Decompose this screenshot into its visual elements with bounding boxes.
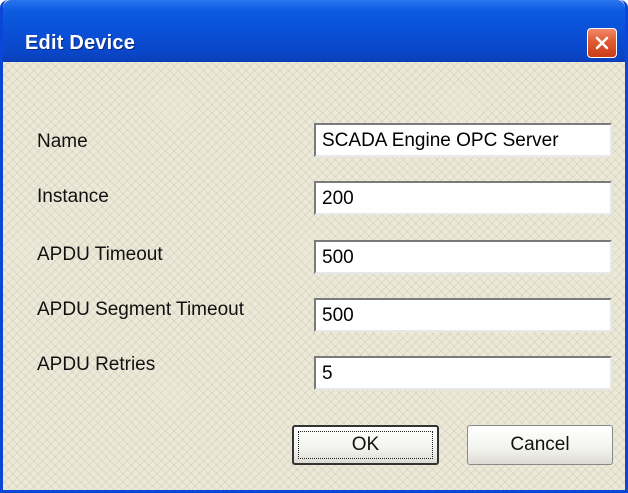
dialog-title: Edit Device — [25, 32, 136, 54]
instance-field[interactable]: 200 — [314, 181, 612, 215]
apdu-retries-label: APDU Retries — [37, 354, 156, 375]
ok-button[interactable]: OK — [292, 425, 439, 465]
title-bar[interactable]: Edit Device — [3, 0, 625, 62]
name-label: Name — [37, 131, 88, 152]
cancel-button[interactable]: Cancel — [467, 425, 613, 465]
focus-ring — [298, 431, 433, 459]
close-icon — [594, 35, 610, 51]
apdu-timeout-label: APDU Timeout — [37, 244, 163, 265]
apdu-timeout-field[interactable]: 500 — [314, 240, 612, 274]
apdu-retries-field[interactable]: 5 — [314, 356, 612, 390]
cancel-button-label: Cancel — [510, 434, 570, 455]
apdu-segment-timeout-field[interactable]: 500 — [314, 298, 612, 332]
close-button[interactable] — [587, 28, 617, 58]
name-field[interactable]: SCADA Engine OPC Server — [314, 123, 612, 157]
edit-device-dialog: Edit Device Name SCADA Engine OPC Server… — [0, 0, 628, 493]
instance-label: Instance — [37, 186, 109, 207]
apdu-segment-timeout-label: APDU Segment Timeout — [37, 299, 244, 320]
